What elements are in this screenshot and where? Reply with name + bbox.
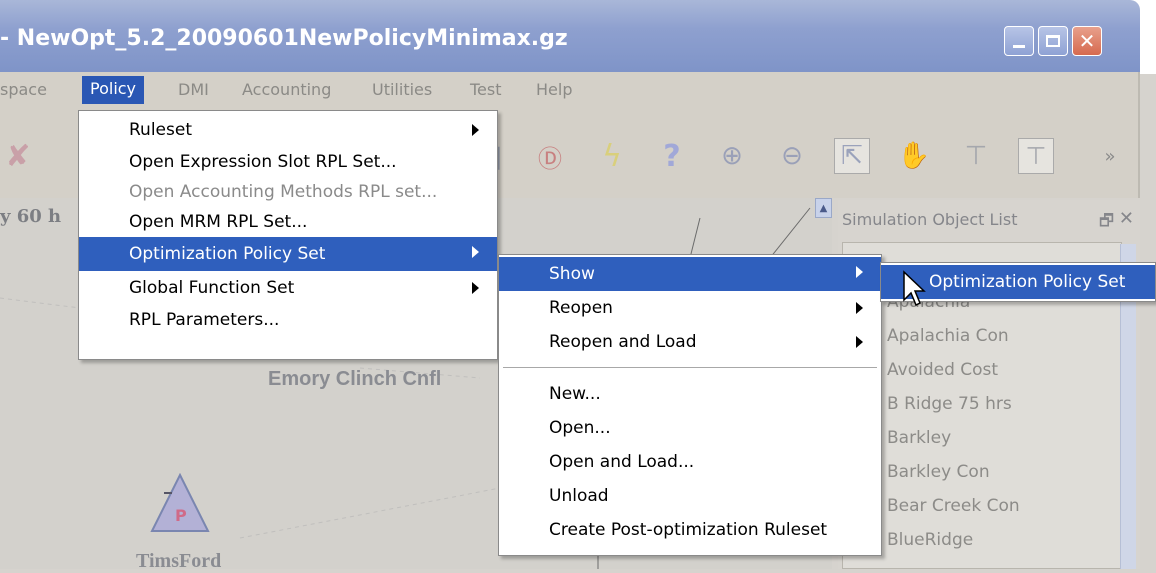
- menu-utilities[interactable]: Utilities: [372, 77, 432, 103]
- submenu-arrow-icon: [856, 336, 863, 348]
- menu-item-global-function-set[interactable]: Global Function Set: [79, 273, 497, 303]
- help-icon[interactable]: ?: [654, 138, 690, 174]
- menu-policy[interactable]: Policy: [82, 76, 145, 104]
- close-icon: ✕: [1078, 29, 1096, 53]
- lightning-icon[interactable]: ϟ: [594, 138, 630, 174]
- list-item[interactable]: Barkley: [859, 425, 951, 451]
- menu-item-new[interactable]: New...: [499, 379, 881, 409]
- d-icon[interactable]: Ⓓ: [532, 138, 568, 174]
- workspace-scroll-up[interactable]: ▲: [815, 198, 832, 218]
- list-item[interactable]: Avoided Cost: [860, 357, 998, 383]
- title-bar-gradient: - NewOpt_5.2_20090601NewPolicyMinimax.gz…: [0, 0, 1140, 72]
- menu-test[interactable]: Test: [470, 77, 502, 103]
- minimize-icon: [1013, 44, 1025, 48]
- panel-header: Simulation Object List 🗗 ✕: [842, 208, 1140, 237]
- menu-dmi[interactable]: DMI: [178, 77, 209, 103]
- menu-item-open-accounting-methods: Open Accounting Methods RPL set...: [129, 182, 438, 202]
- menu-bar: space Policy DMI Accounting Utilities Te…: [0, 72, 1140, 108]
- menu-item-reopen-and-load[interactable]: Reopen and Load: [499, 327, 881, 357]
- panel-float-icon[interactable]: 🗗: [1099, 210, 1114, 237]
- mouse-pointer-icon: [903, 270, 926, 307]
- submenu-arrow-icon: [856, 266, 863, 278]
- menu-item-unload[interactable]: Unload: [499, 481, 881, 511]
- pointer-icon[interactable]: ⇱: [834, 138, 870, 174]
- maximize-button[interactable]: [1038, 26, 1068, 56]
- list-item[interactable]: Apalachia Con: [859, 323, 1009, 349]
- menu-item-create-post-optimization-ruleset[interactable]: Create Post-optimization Ruleset: [499, 515, 881, 545]
- node-timsford-label: TimsFord: [136, 550, 222, 572]
- panel-title: Simulation Object List: [842, 210, 1018, 229]
- zoom-in-icon[interactable]: ⊕: [714, 138, 750, 174]
- submenu-arrow-icon: [472, 246, 479, 258]
- menu-help[interactable]: Help: [536, 77, 572, 103]
- node-emory-clinch-label: Emory Clinch Cnfl: [268, 368, 442, 390]
- menu-item-optimization-policy-set[interactable]: Optimization Policy Set: [79, 237, 497, 271]
- graph-icon[interactable]: ✘: [0, 138, 36, 174]
- menu-accounting[interactable]: Accounting: [242, 77, 331, 103]
- title-bar: - NewOpt_5.2_20090601NewPolicyMinimax.gz…: [0, 0, 1156, 74]
- menu-item-open[interactable]: Open...: [499, 413, 881, 443]
- optimization-policy-submenu: Show Reopen Reopen and Load New... Open.…: [498, 254, 882, 556]
- zoom-out-icon[interactable]: ⊖: [774, 138, 810, 174]
- toolbar-overflow[interactable]: »: [1092, 138, 1128, 174]
- tower-icon[interactable]: ⊤: [958, 138, 994, 174]
- policy-menu: Ruleset Open Expression Slot RPL Set... …: [78, 110, 498, 360]
- submenu-arrow-icon: [856, 302, 863, 314]
- window-title: - NewOpt_5.2_20090601NewPolicyMinimax.gz: [0, 26, 568, 51]
- minimize-button[interactable]: [1004, 26, 1034, 56]
- menu-item-show[interactable]: Show: [499, 257, 881, 291]
- framed-tower-icon[interactable]: ⊤: [1018, 138, 1054, 174]
- reservoir-node-icon[interactable]: P: [150, 473, 210, 533]
- menu-item-reopen[interactable]: Reopen: [499, 293, 881, 323]
- list-item[interactable]: Bear Creek Con: [859, 493, 1020, 519]
- menu-item-open-expression-slot[interactable]: Open Expression Slot RPL Set...: [79, 147, 497, 177]
- menu-item-open-mrm[interactable]: Open MRM RPL Set...: [79, 207, 497, 237]
- maximize-icon: [1046, 35, 1060, 47]
- node-letter: P: [175, 506, 187, 525]
- simulation-object-panel: Simulation Object List 🗗 ✕ Apalachia Apa…: [838, 200, 1140, 569]
- menu-separator: [503, 367, 877, 368]
- menu-item-open-and-load[interactable]: Open and Load...: [499, 447, 881, 477]
- panel-close-icon[interactable]: ✕: [1119, 208, 1134, 229]
- list-item[interactable]: B Ridge 75 hrs: [860, 391, 1012, 417]
- submenu-arrow-icon: [472, 282, 479, 294]
- list-item[interactable]: BlueRidge: [859, 527, 973, 553]
- menu-item-ruleset[interactable]: Ruleset: [79, 115, 497, 145]
- close-button[interactable]: ✕: [1072, 26, 1102, 56]
- hand-icon[interactable]: ✋: [896, 138, 932, 174]
- menu-item-rpl-parameters[interactable]: RPL Parameters...: [79, 305, 497, 335]
- submenu-arrow-icon: [472, 124, 479, 136]
- menu-workspace[interactable]: space: [0, 77, 47, 103]
- list-item[interactable]: Barkley Con: [859, 459, 990, 485]
